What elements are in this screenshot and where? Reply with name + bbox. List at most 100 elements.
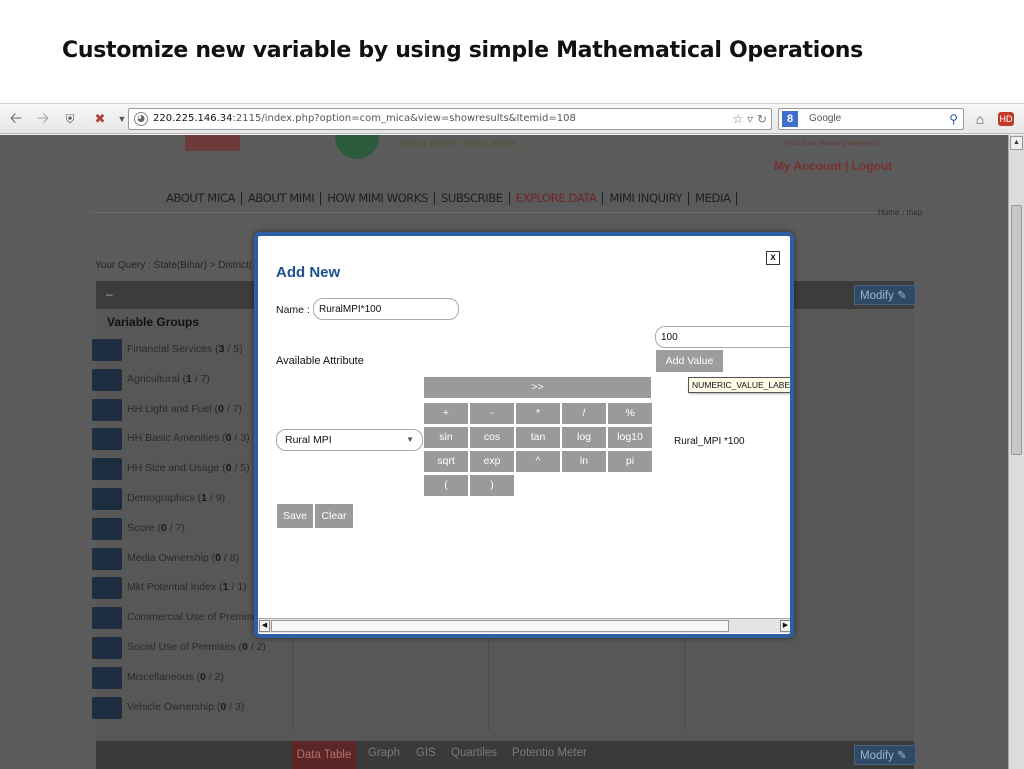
clear-button[interactable]: Clear: [315, 504, 353, 528]
scroll-left-icon[interactable]: ◀: [259, 620, 270, 632]
keypad-key[interactable]: ln: [562, 451, 606, 472]
keypad-key[interactable]: exp: [470, 451, 514, 472]
variable-group-item[interactable]: Social Use of Premises (0 / 2): [92, 633, 282, 663]
url-path: :2115/index.php?option=com_mica&view=sho…: [232, 113, 576, 124]
variable-group-label: Agricultural (1 / 7): [127, 372, 210, 385]
account-links[interactable]: My Account | Logout: [774, 159, 892, 173]
numeric-value-input[interactable]: [655, 326, 790, 348]
keypad-key[interactable]: *: [516, 403, 560, 424]
keypad-key[interactable]: cos: [470, 427, 514, 448]
add-value-button[interactable]: Add Value: [656, 350, 723, 372]
variable-group-label: Demographics (1 / 9): [127, 491, 226, 504]
scroll-right-icon[interactable]: ▶: [780, 620, 790, 632]
star-icon[interactable]: ☆ ▿ ↻: [733, 109, 767, 129]
keypad-key[interactable]: sin: [424, 427, 468, 448]
scroll-up-icon[interactable]: ▲: [1010, 136, 1023, 150]
variable-group-label: HH Size and Usage (0 / 5): [127, 462, 250, 475]
keypad-row: (): [424, 475, 656, 496]
scrollbar-thumb[interactable]: [1011, 205, 1022, 455]
variable-group-tab-icon: [92, 666, 122, 689]
variable-group-tab-icon: [92, 339, 122, 361]
formula-expression: Rural_MPI *100: [674, 436, 745, 447]
keypad-key[interactable]: pi: [608, 451, 652, 472]
dialog-scrollbar-thumb[interactable]: [271, 620, 729, 632]
name-label: Name :: [276, 304, 310, 316]
tab-potentio-meter[interactable]: Potentio Meter: [512, 747, 587, 759]
tab-quartiles[interactable]: Quartiles: [451, 747, 497, 759]
browser-toolbar: 🡠 🡢 ⛨ ✖ ▼ ◕ 220.225.146.34:2115/index.ph…: [0, 104, 1024, 134]
bookmark-icon[interactable]: ✖: [90, 109, 110, 129]
variable-group-label: Financial Services (3 / 5): [127, 343, 243, 355]
variable-group-item[interactable]: Vehicle Ownership (0 / 3): [92, 693, 282, 723]
numeric-value-tooltip: NUMERIC_VALUE_LABEL: [688, 377, 790, 393]
search-placeholder: Google: [809, 113, 842, 124]
back-arrow-icon[interactable]: 🡠: [6, 109, 26, 129]
modify-button-bottom[interactable]: Modify ✎: [854, 745, 916, 765]
page-scrollbar[interactable]: ▲: [1008, 135, 1024, 769]
variable-group-tab-icon: [92, 517, 122, 540]
keypad-key[interactable]: sqrt: [424, 451, 468, 472]
variable-group-item[interactable]: Miscellaneous (0 / 2): [92, 663, 282, 693]
pencil-icon: ✎: [897, 290, 907, 302]
keypad-key[interactable]: log10: [608, 427, 652, 448]
variable-group-tab-icon: [92, 607, 122, 630]
keypad-key[interactable]: /: [562, 403, 606, 424]
keypad-key[interactable]: (: [424, 475, 468, 496]
keypad-key[interactable]: tan: [516, 427, 560, 448]
nav-item[interactable]: ABOUT MICA: [160, 192, 242, 205]
variable-group-tab-icon: [92, 577, 122, 600]
top-navigation: ABOUT MICA ABOUT MIMI HOW MIMI WORKS SUB…: [160, 192, 738, 205]
search-icon[interactable]: ⚲: [949, 109, 958, 129]
tab-graph[interactable]: Graph: [368, 747, 400, 759]
search-box[interactable]: 8 Google ⚲: [778, 108, 964, 130]
insert-attribute-button[interactable]: >>: [424, 377, 651, 398]
keypad-row: + - * /%: [424, 403, 656, 424]
save-button[interactable]: Save: [277, 504, 313, 528]
forward-arrow-icon[interactable]: 🡢: [33, 109, 53, 129]
variable-group-label: HH Basic Amenities (0 / 3): [127, 432, 250, 445]
variable-group-label: Social Use of Premises (0 / 2): [127, 640, 266, 653]
variable-group-label: Mkt Potential Index (1 / 1): [127, 581, 247, 594]
keypad-key[interactable]: log: [562, 427, 606, 448]
url-bar[interactable]: ◕ 220.225.146.34:2115/index.php?option=c…: [128, 108, 772, 130]
home-icon[interactable]: ⌂: [970, 109, 990, 129]
nav-item-active[interactable]: EXPLORE DATA: [510, 192, 604, 205]
attribute-select[interactable]: Rural MPI ▼: [276, 429, 423, 451]
keypad-key[interactable]: %: [608, 403, 652, 424]
add-new-dialog: x Add New Name : Available Attribute Add…: [254, 232, 794, 638]
logo-graphic-green: [335, 135, 379, 159]
query-text: Your Query : State(Bihar) > District(: [95, 260, 253, 271]
nav-divider: [90, 212, 920, 213]
keypad-key[interactable]: -: [470, 403, 514, 424]
addon-icon[interactable]: HD: [998, 112, 1014, 126]
brand-tagline: MICA Indian Marketing Intelligence: [785, 141, 878, 147]
nav-item[interactable]: MIMI INQUIRY: [603, 192, 690, 205]
slide-title: Customize new variable by using simple M…: [62, 38, 863, 63]
tab-gis[interactable]: GIS: [416, 747, 436, 759]
logo-graphic-red: [185, 135, 240, 151]
shield-icon[interactable]: ⛨: [60, 109, 80, 129]
keypad-key[interactable]: ^: [516, 451, 560, 472]
modify-button-top[interactable]: Modify ✎: [854, 285, 916, 305]
keypad-key[interactable]: ): [470, 475, 514, 496]
nav-item[interactable]: MEDIA: [689, 192, 738, 205]
variable-group-tab-icon: [92, 487, 122, 510]
site-logo-strip: ffffffff ffffffff ffffffff ffffffff__: [130, 135, 610, 160]
variable-name-input[interactable]: [313, 298, 459, 320]
url-host: 220.225.146.34: [153, 113, 233, 124]
variable-group-tab-icon: [92, 458, 122, 481]
chevron-down-icon: ▼: [406, 435, 414, 444]
nav-item[interactable]: ABOUT MIMI: [242, 192, 322, 205]
keypad-row: sin cos tan log log10: [424, 427, 656, 448]
variable-group-label: Media Ownership (0 / 8): [127, 551, 240, 564]
nav-item[interactable]: SUBSCRIBE: [435, 192, 510, 205]
keypad-row: sqrt exp ^ ln pi: [424, 451, 656, 472]
nav-item[interactable]: HOW MIMI WORKS: [321, 192, 435, 205]
dialog-scrollbar[interactable]: ◀ ▶: [258, 618, 790, 633]
variable-group-label: Miscellaneous (0 / 2): [127, 670, 224, 683]
attribute-selected-value: Rural MPI: [285, 434, 332, 446]
keypad-key[interactable]: +: [424, 403, 468, 424]
tab-data-table[interactable]: Data Table: [292, 741, 356, 769]
breadcrumb[interactable]: Home › map: [878, 208, 922, 217]
close-icon[interactable]: x: [766, 251, 780, 265]
